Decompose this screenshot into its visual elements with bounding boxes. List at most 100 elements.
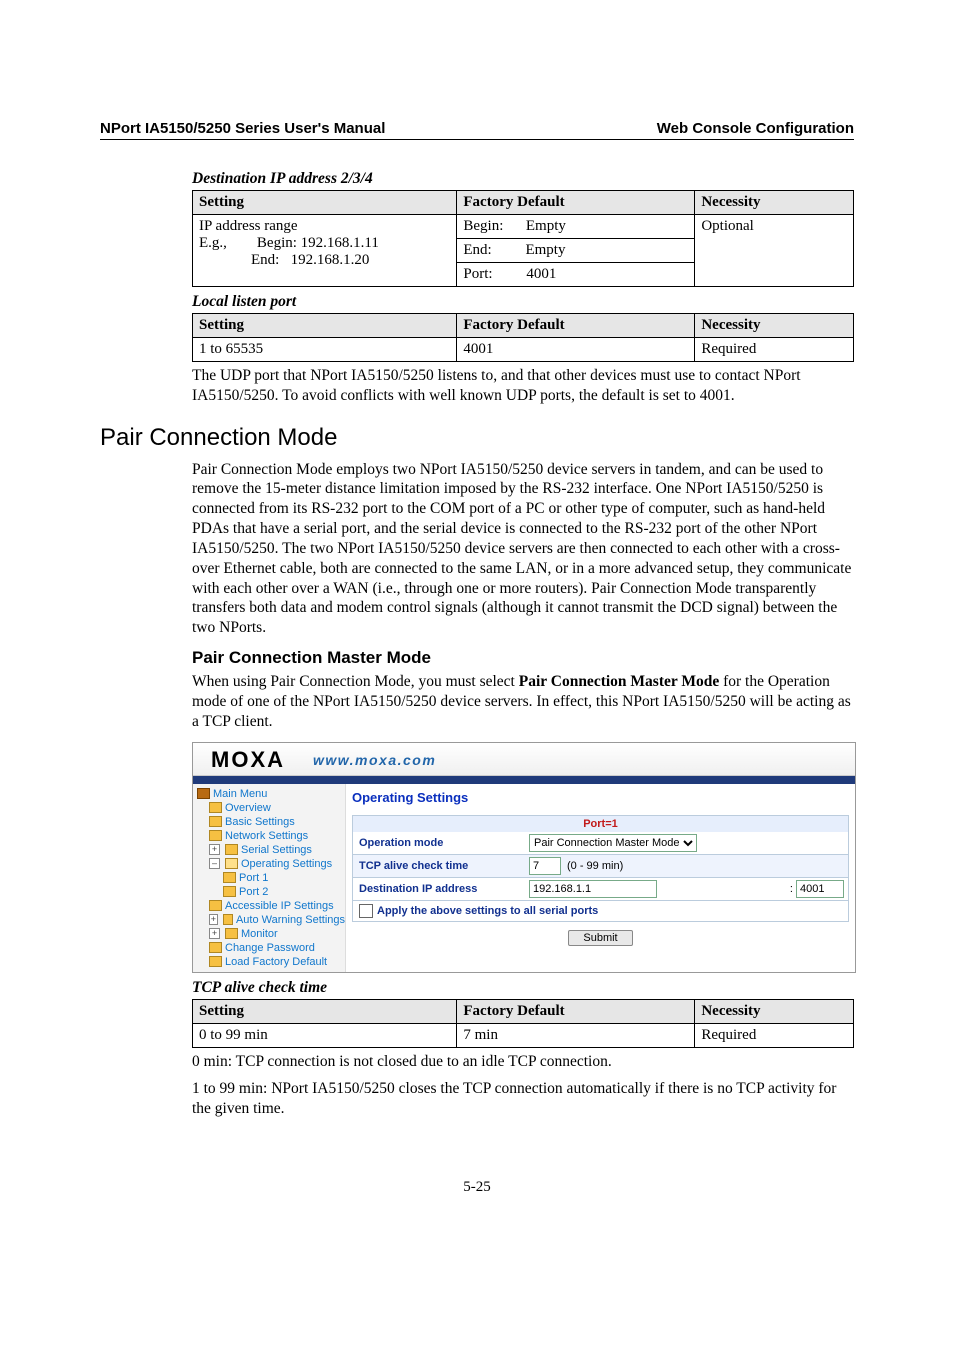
td-default: 7 min <box>457 1023 695 1047</box>
nav-label: Auto Warning Settings <box>236 914 345 926</box>
td-necessity: Required <box>695 338 854 362</box>
table3-caption: TCP alive check time <box>192 979 854 997</box>
row-apply-all: Apply the above settings to all serial p… <box>352 901 849 922</box>
nav-accessible-ip[interactable]: Accessible IP Settings <box>197 899 345 913</box>
apply-all-checkbox[interactable] <box>359 904 373 918</box>
port-header: Port=1 <box>352 815 849 832</box>
td-setting: 0 to 99 min <box>193 1023 457 1047</box>
dest-port-input[interactable] <box>796 880 844 898</box>
nav-port-1[interactable]: Port 1 <box>197 871 345 885</box>
apply-all-label: Apply the above settings to all serial p… <box>377 905 598 917</box>
embedded-screenshot: MOXA www.moxa.com Main Menu Overview Bas… <box>192 742 856 973</box>
td-setting: 1 to 65535 <box>193 338 457 362</box>
nav-port-2[interactable]: Port 2 <box>197 885 345 899</box>
nav-load-factory-default[interactable]: Load Factory Default <box>197 955 345 969</box>
th-setting: Setting <box>193 191 457 215</box>
nav-label: Port 2 <box>239 886 268 898</box>
running-header: NPort IA5150/5250 Series User's Manual W… <box>100 120 854 137</box>
plus-icon: + <box>209 928 220 939</box>
shot-body: Main Menu Overview Basic Settings Networ… <box>193 784 855 972</box>
td-default-end: End: Empty <box>457 239 695 263</box>
panel-title: Operating Settings <box>352 790 849 805</box>
nav-network-settings[interactable]: Network Settings <box>197 829 345 843</box>
td-default-begin: Begin: Empty <box>457 215 695 239</box>
folder-icon <box>209 900 222 911</box>
t1-begin: Begin: 192.168.1.11 <box>257 235 379 251</box>
folder-icon <box>209 942 222 953</box>
main-panel: Operating Settings Port=1 Operation mode… <box>346 784 855 972</box>
section-title: Pair Connection Mode <box>100 424 854 452</box>
folder-icon <box>223 886 236 897</box>
nav-label: Network Settings <box>225 830 308 842</box>
th-setting: Setting <box>193 314 457 338</box>
t1-setting-l2: E.g., Begin: 192.168.1.11 <box>199 235 450 252</box>
nav-serial-settings[interactable]: + Serial Settings <box>197 843 345 857</box>
nav-label: Accessible IP Settings <box>225 900 334 912</box>
moxa-url: www.moxa.com <box>313 752 436 768</box>
page: NPort IA5150/5250 Series User's Manual W… <box>0 0 954 1256</box>
nav-label: Change Password <box>225 942 315 954</box>
plus-icon: + <box>209 914 218 925</box>
td-default: 4001 <box>457 338 695 362</box>
label-tcp-alive: TCP alive check time <box>353 858 525 874</box>
nav-monitor[interactable]: + Monitor <box>197 927 345 941</box>
row-operation-mode: Operation mode Pair Connection Master Mo… <box>352 832 849 855</box>
label-operation-mode: Operation mode <box>353 835 525 851</box>
td-default-port: Port: 4001 <box>457 263 695 287</box>
subsection-intro: When using Pair Connection Mode, you mus… <box>192 672 854 731</box>
minus-icon: – <box>209 858 220 869</box>
page-number: 5-25 <box>100 1179 854 1196</box>
folder-icon <box>209 802 222 813</box>
folder-icon <box>209 830 222 841</box>
dest-ip-port: : <box>790 880 844 898</box>
table2-caption: Local listen port <box>192 293 854 311</box>
th-necessity: Necessity <box>695 999 854 1023</box>
table3-note1: 0 min: TCP connection is not closed due … <box>192 1052 854 1072</box>
colon: : <box>790 883 793 895</box>
table1-caption: Destination IP address 2/3/4 <box>192 170 854 188</box>
nav-change-password[interactable]: Change Password <box>197 941 345 955</box>
plus-icon: + <box>209 844 220 855</box>
t1-end: End: 192.168.1.20 <box>199 252 450 269</box>
td-necessity: Optional <box>695 215 854 287</box>
th-necessity: Necessity <box>695 191 854 215</box>
nav-label: Load Factory Default <box>225 956 327 968</box>
th-default: Factory Default <box>457 999 695 1023</box>
content-block-2: Pair Connection Mode employs two NPort I… <box>192 460 854 1119</box>
folder-icon <box>209 956 222 967</box>
table2-note: The UDP port that NPort IA5150/5250 list… <box>192 366 854 406</box>
td-necessity: Required <box>695 1023 854 1047</box>
shot-header: MOXA www.moxa.com <box>193 743 855 776</box>
tcp-alive-input[interactable] <box>529 857 561 875</box>
th-default: Factory Default <box>457 191 695 215</box>
operation-mode-select[interactable]: Pair Connection Master Mode <box>529 834 697 852</box>
nav-label: Operating Settings <box>241 858 332 870</box>
row-tcp-alive: TCP alive check time (0 - 99 min) <box>352 855 849 878</box>
moxa-logo: MOXA <box>211 747 285 773</box>
val-operation-mode: Pair Connection Master Mode <box>525 832 848 854</box>
nav-label: Main Menu <box>213 788 267 800</box>
folder-icon <box>209 816 222 827</box>
section-body: Pair Connection Mode employs two NPort I… <box>192 460 854 638</box>
nav-label: Serial Settings <box>241 844 312 856</box>
dest-ip-input[interactable] <box>529 880 657 898</box>
shot-band <box>193 776 855 784</box>
folder-icon <box>223 872 236 883</box>
nav-label: Monitor <box>241 928 278 940</box>
nav-basic-settings[interactable]: Basic Settings <box>197 815 345 829</box>
submit-row: Submit <box>352 922 849 950</box>
submit-button[interactable]: Submit <box>568 930 632 946</box>
td-setting: IP address range E.g., Begin: 192.168.1.… <box>193 215 457 287</box>
nav-label: Overview <box>225 802 271 814</box>
t1-setting-l1: IP address range <box>199 218 450 235</box>
header-left: NPort IA5150/5250 Series User's Manual <box>100 120 385 137</box>
th-necessity: Necessity <box>695 314 854 338</box>
val-tcp-alive: (0 - 99 min) <box>525 855 848 877</box>
nav-main-menu[interactable]: Main Menu <box>197 787 345 801</box>
header-right: Web Console Configuration <box>657 120 854 137</box>
nav-overview[interactable]: Overview <box>197 801 345 815</box>
nav-auto-warning[interactable]: + Auto Warning Settings <box>197 913 345 927</box>
folder-icon <box>223 914 233 925</box>
nav-operating-settings[interactable]: – Operating Settings <box>197 857 345 871</box>
table-destination-ip: Setting Factory Default Necessity IP add… <box>192 190 854 287</box>
